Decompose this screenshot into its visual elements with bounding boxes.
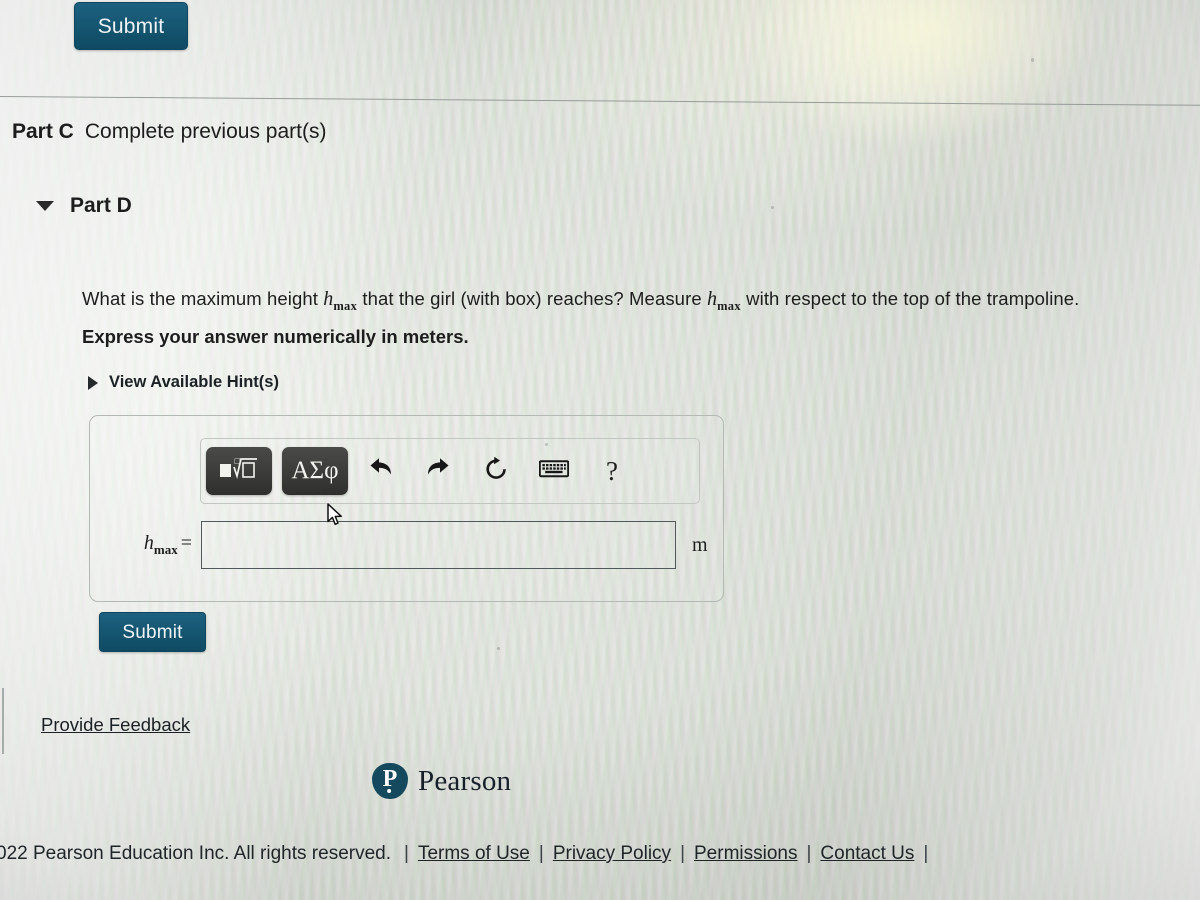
left-edge-rule bbox=[2, 688, 4, 754]
view-hints-label: View Available Hint(s) bbox=[109, 373, 279, 391]
part-c-status: Complete previous part(s) bbox=[84, 120, 327, 143]
h-max-inline-2: hmax bbox=[706, 288, 741, 313]
redo-arrow-icon bbox=[425, 456, 452, 486]
pearson-dot bbox=[387, 789, 392, 793]
legal-separator-2: | bbox=[680, 843, 685, 864]
legal-separator-3: | bbox=[806, 843, 812, 864]
reset-button[interactable] bbox=[474, 448, 518, 494]
square-root-template-icon: □ bbox=[219, 456, 259, 487]
dust-speck-1 bbox=[771, 206, 774, 209]
answer-unit-label: m bbox=[692, 533, 708, 556]
answer-instruction: Express your answer numerically in meter… bbox=[82, 326, 469, 347]
privacy-policy-link[interactable]: Privacy Policy bbox=[553, 843, 671, 865]
answer-field-label: hmax = bbox=[143, 532, 192, 557]
submit-button-part-d[interactable]: Submit bbox=[99, 612, 206, 652]
triangle-right-icon[interactable] bbox=[88, 375, 98, 390]
dust-speck-2 bbox=[1031, 58, 1034, 62]
section-divider bbox=[0, 96, 1200, 106]
part-d-header[interactable]: Part D bbox=[36, 194, 132, 218]
contact-us-link[interactable]: Contact Us bbox=[820, 843, 914, 865]
question-mark-icon: ? bbox=[606, 455, 618, 486]
answer-widget: □ ΑΣφ ? hmax = m bbox=[89, 415, 724, 602]
answer-input-row: hmax = m bbox=[108, 521, 708, 569]
legal-separator-0: | bbox=[404, 843, 409, 864]
permissions-link[interactable]: Permissions bbox=[694, 843, 797, 865]
question-suffix: with respect to the top of the trampolin… bbox=[740, 288, 1080, 309]
math-toolbar: □ ΑΣφ ? bbox=[200, 438, 700, 504]
keyboard-button[interactable] bbox=[532, 448, 576, 494]
part-d-title: Part D bbox=[70, 194, 132, 217]
question-text: What is the maximum height hmax that the… bbox=[82, 288, 1079, 314]
math-template-button[interactable]: □ bbox=[206, 447, 272, 495]
keyboard-icon bbox=[538, 459, 570, 484]
part-c-label: Part C bbox=[12, 120, 74, 143]
legal-footer: 022 Pearson Education Inc. All rights re… bbox=[0, 843, 937, 865]
page-content: Submit Part C Complete previous part(s) P… bbox=[0, 0, 1200, 900]
h-max-inline-1: hmax bbox=[323, 288, 358, 313]
pearson-p-glyph: P bbox=[382, 766, 398, 792]
pearson-wordmark: Pearson bbox=[418, 764, 512, 797]
help-button[interactable]: ? bbox=[590, 448, 634, 494]
question-prefix: What is the maximum height bbox=[82, 288, 324, 309]
legal-separator-4: | bbox=[923, 843, 929, 864]
view-hints-toggle[interactable]: View Available Hint(s) bbox=[88, 373, 279, 392]
redo-button[interactable] bbox=[416, 448, 460, 494]
undo-button[interactable] bbox=[358, 448, 402, 494]
copyright-text: 022 Pearson Education Inc. All rights re… bbox=[0, 843, 392, 864]
legal-separator-1: | bbox=[538, 843, 544, 864]
answer-input[interactable] bbox=[201, 521, 676, 569]
part-c-header: Part C Complete previous part(s) bbox=[12, 120, 326, 144]
terms-of-use-link[interactable]: Terms of Use bbox=[418, 843, 530, 865]
pearson-logo: P Pearson bbox=[372, 763, 511, 799]
dust-speck-4 bbox=[497, 647, 500, 650]
question-mid: that the girl (with box) reaches? Measur… bbox=[357, 288, 707, 309]
reset-circular-arrow-icon bbox=[484, 456, 509, 487]
triangle-down-icon[interactable] bbox=[36, 201, 54, 211]
provide-feedback-link[interactable]: Provide Feedback bbox=[41, 714, 190, 736]
undo-arrow-icon bbox=[367, 456, 394, 486]
greek-symbols-button[interactable]: ΑΣφ bbox=[282, 447, 348, 495]
greek-letters-icon: ΑΣφ bbox=[291, 457, 339, 484]
pearson-mark-icon: P bbox=[372, 763, 408, 799]
submit-button-top[interactable]: Submit bbox=[74, 2, 188, 50]
